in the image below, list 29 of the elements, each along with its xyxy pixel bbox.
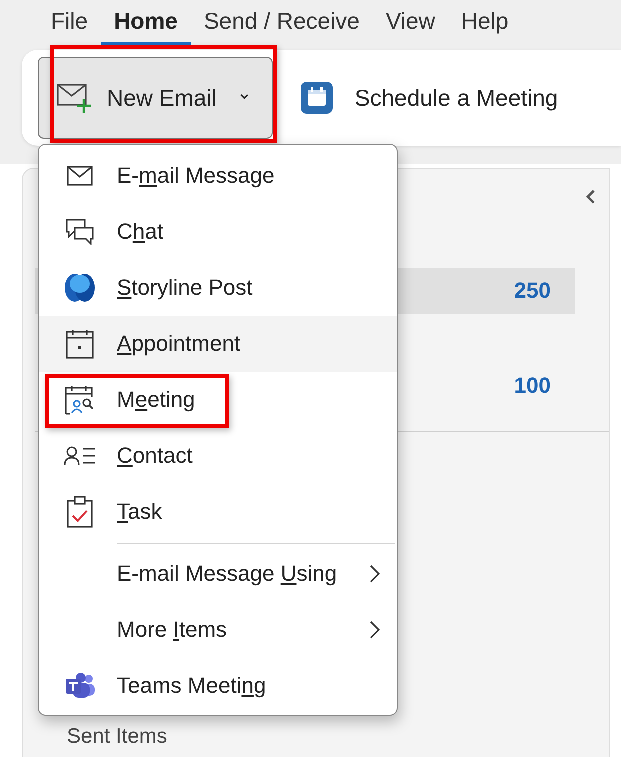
ribbon-tab[interactable]: Send / Receive [190,0,373,46]
menu-item[interactable]: Storyline Post [39,260,397,316]
chat-bubbles-icon [66,219,94,245]
ribbon-tab[interactable]: File [38,0,102,46]
collapse-chevron-icon[interactable] [585,189,597,205]
folder-item[interactable]: Sent Items [67,725,168,749]
menu-item[interactable]: Contact [39,428,397,484]
menu-item[interactable]: Chat [39,204,397,260]
new-email-button[interactable]: New Email ⌄ [38,57,273,139]
storyline-icon [64,273,96,303]
menu-item[interactable]: E-mail Message Using [39,546,397,602]
schedule-meeting-button[interactable]: Schedule a Meeting [300,81,558,115]
menu-item[interactable]: More Items [39,602,397,658]
envelope-plus-icon [57,82,93,114]
teams-icon [65,673,95,699]
ribbon-tab[interactable]: View [372,0,448,46]
menu-item[interactable]: Teams Meeting [39,658,397,714]
unread-count: 250 [514,278,551,304]
calendar-icon [66,329,94,359]
envelope-icon [67,166,93,186]
contact-card-icon [64,446,96,466]
ribbon-tab[interactable]: Help [448,0,522,46]
calendar-icon [300,81,333,115]
menu-item[interactable]: Appointment [39,316,397,372]
menu-item[interactable]: Task [39,484,397,540]
clipboard-check-icon [67,496,93,528]
menu-item[interactable]: Meeting [39,372,397,428]
calendar-people-icon [65,385,95,415]
menu-item[interactable]: E-mail Message [39,148,397,204]
